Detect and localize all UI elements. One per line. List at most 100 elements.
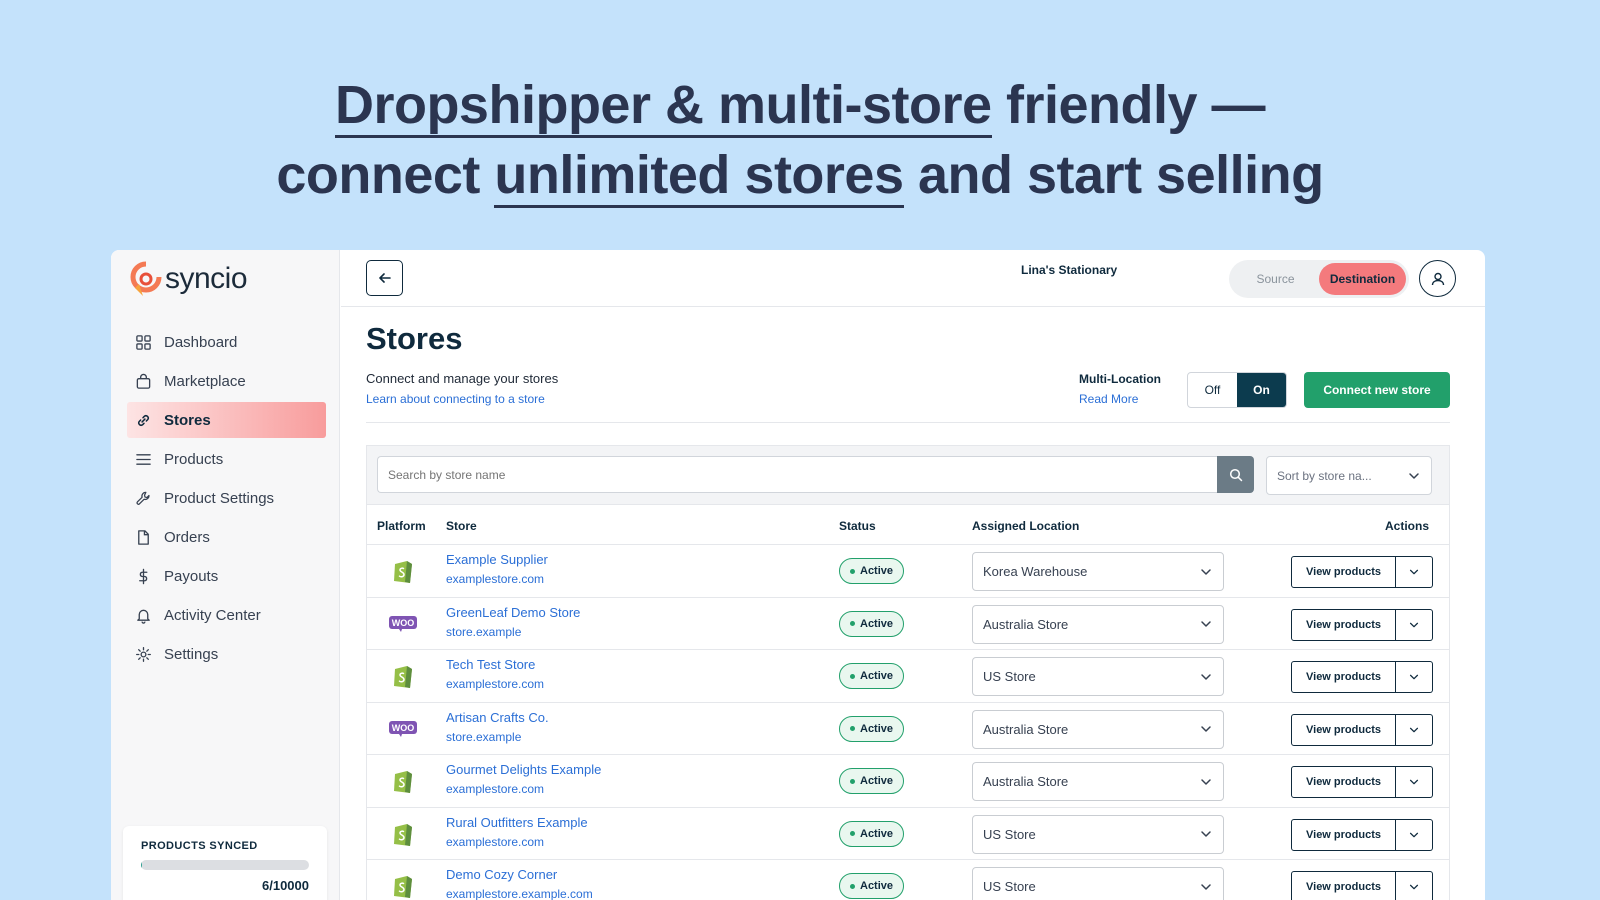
table-row: Rural Outfitters Example examplestore.com…	[367, 808, 1449, 860]
assigned-location-select[interactable]: Australia Store	[972, 709, 1224, 749]
back-button[interactable]	[366, 260, 403, 296]
store-name-link[interactable]: Gourmet Delights Example	[446, 762, 601, 777]
store-url-link[interactable]: examplestore.com	[446, 835, 588, 849]
sidebar-item-payouts[interactable]: Payouts	[127, 558, 326, 594]
sidebar-item-products[interactable]: Products	[127, 441, 326, 477]
sidebar-item-label: Product Settings	[164, 489, 275, 507]
actions-dropdown-button[interactable]	[1396, 608, 1433, 641]
store-name-link[interactable]: GreenLeaf Demo Store	[446, 605, 580, 620]
user-avatar[interactable]	[1419, 260, 1456, 297]
shopify-icon	[394, 666, 412, 688]
store-url-link[interactable]: store.example	[446, 625, 580, 639]
store-name-link[interactable]: Demo Cozy Corner	[446, 867, 593, 882]
sidebar-item-dashboard[interactable]: Dashboard	[127, 324, 326, 360]
actions-dropdown-button[interactable]	[1396, 871, 1433, 900]
sidebar-item-marketplace[interactable]: Marketplace	[127, 363, 326, 399]
table-row: WOO Artisan Crafts Co. store.example Active…	[367, 703, 1449, 755]
assigned-location-value: Australia Store	[983, 774, 1069, 789]
sidebar-item-label: Dashboard	[164, 333, 238, 351]
store-name-link[interactable]: Example Supplier	[446, 552, 548, 567]
store-url-link[interactable]: examplestore.com	[446, 782, 601, 796]
store-name-link[interactable]: Rural Outfitters Example	[446, 815, 588, 830]
actions-dropdown-button[interactable]	[1396, 766, 1433, 798]
sidebar-item-stores[interactable]: Stores	[127, 402, 326, 438]
sidebar-item-product-settings[interactable]: Product Settings	[127, 480, 326, 516]
view-products-button[interactable]: View products	[1291, 766, 1396, 798]
mode-destination-option[interactable]: Destination	[1319, 263, 1406, 295]
sidebar-item-activity-center[interactable]: Activity Center	[127, 597, 326, 633]
mode-source-option[interactable]: Source	[1232, 263, 1319, 295]
status-text: Active	[860, 617, 894, 630]
sidebar-nav: Dashboard Marketplace Stores Products Produc…	[127, 324, 326, 675]
header-store: Store	[446, 519, 477, 533]
shopify-icon	[394, 771, 412, 793]
page-subtitle: Connect and manage your stores	[366, 371, 559, 386]
file-icon	[138, 529, 149, 545]
status-badge: Active	[839, 715, 905, 742]
platform-cell: WOO	[389, 610, 417, 638]
actions-dropdown-button[interactable]	[1396, 556, 1433, 588]
view-products-button[interactable]: View products	[1291, 661, 1396, 693]
assigned-location-value: Australia Store	[983, 616, 1069, 632]
view-products-button[interactable]: View products	[1291, 818, 1396, 851]
read-more-link[interactable]: Read More	[1079, 392, 1138, 406]
wrench-icon	[136, 491, 150, 505]
headline-underline-1: Dropshipper & multi-store	[334, 75, 992, 138]
chevron-down-icon	[1409, 832, 1419, 837]
search-row: Sort by store na...	[367, 446, 1449, 505]
assigned-location-select[interactable]: Australia Store	[972, 604, 1224, 644]
view-products-button[interactable]: View products	[1291, 871, 1396, 900]
status-text: Active	[860, 565, 894, 577]
header-assigned-location: Assigned Location	[972, 519, 1080, 533]
sidebar-item-orders[interactable]: Orders	[127, 519, 326, 555]
search-button[interactable]	[1217, 456, 1254, 493]
connect-new-store-button[interactable]: Connect new store	[1304, 372, 1450, 408]
table-row: Gourmet Delights Example examplestore.com…	[367, 755, 1449, 808]
headline-text-3: and start selling	[903, 145, 1324, 205]
view-products-button[interactable]: View products	[1291, 713, 1396, 746]
header-platform: Platform	[377, 519, 426, 533]
sort-select[interactable]: Sort by store na...	[1266, 456, 1432, 495]
chevron-down-icon	[1409, 472, 1419, 479]
assigned-location-select[interactable]: US Store	[972, 814, 1224, 854]
actions-dropdown-button[interactable]	[1396, 818, 1433, 851]
table-row: Demo Cozy Corner examplestore.example.com…	[367, 860, 1449, 900]
headline-text-2: connect	[276, 145, 495, 205]
store-name-link[interactable]: Artisan Crafts Co.	[446, 710, 549, 725]
store-cell: GreenLeaf Demo Store store.example	[446, 605, 580, 639]
assigned-location-select[interactable]: US Store	[972, 867, 1224, 900]
actions-dropdown-button[interactable]	[1396, 713, 1433, 746]
actions-dropdown-button[interactable]	[1396, 661, 1433, 693]
assigned-location-select[interactable]: US Store	[972, 657, 1224, 696]
assigned-location-select[interactable]: Australia Store	[972, 762, 1224, 801]
store-url-link[interactable]: examplestore.com	[446, 677, 544, 691]
row-actions: View products	[1291, 556, 1433, 588]
hero-headline: Dropshipper & multi-store friendly — con…	[0, 70, 1600, 210]
learn-connecting-link[interactable]: Learn about connecting to a store	[366, 392, 545, 406]
store-url-link[interactable]: examplestore.example.com	[446, 887, 593, 900]
status-text: Active	[860, 775, 894, 787]
user-icon	[1431, 272, 1444, 285]
sidebar-item-settings[interactable]: Settings	[127, 636, 326, 672]
woocommerce-icon: WOO	[389, 615, 417, 632]
store-url-link[interactable]: store.example	[446, 730, 549, 744]
toggle-off-option[interactable]: Off	[1188, 373, 1237, 407]
store-cell: Rural Outfitters Example examplestore.com	[446, 815, 588, 849]
shopify-icon	[394, 561, 412, 583]
svg-text:WOO: WOO	[392, 723, 415, 733]
assigned-location-select[interactable]: Korea Warehouse	[972, 552, 1224, 591]
view-products-button[interactable]: View products	[1291, 608, 1396, 641]
platform-cell	[389, 872, 417, 900]
chevron-down-icon	[1201, 883, 1211, 890]
products-synced-title: PRODUCTS SYNCED	[141, 840, 258, 852]
view-products-button[interactable]: View products	[1291, 556, 1396, 588]
status-text: Active	[860, 827, 894, 840]
sidebar-item-label: Products	[164, 450, 224, 468]
store-name-link[interactable]: Tech Test Store	[446, 657, 544, 672]
store-url-link[interactable]: examplestore.com	[446, 572, 548, 586]
row-actions: View products	[1291, 713, 1433, 746]
toggle-on-option[interactable]: On	[1237, 373, 1286, 407]
shopify-icon	[394, 823, 412, 846]
logo[interactable]: syncio	[129, 260, 248, 298]
search-input[interactable]	[377, 456, 1217, 493]
